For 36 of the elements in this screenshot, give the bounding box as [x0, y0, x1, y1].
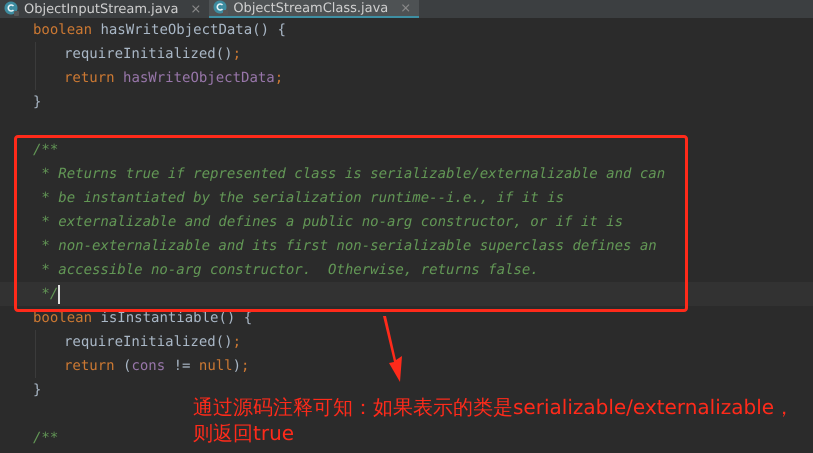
- code-text: }: [33, 381, 42, 400]
- code-keyword: return: [64, 69, 116, 88]
- class-file-icon: [213, 0, 230, 16]
- code-keyword: ;: [232, 45, 242, 64]
- code-keyword: null: [198, 357, 233, 376]
- tab-label: ObjectStreamClass.java: [233, 2, 388, 14]
- code-comment: * non-externalizable and its first non-serializable superclass defines an: [40, 237, 657, 256]
- code-keyword: ;: [232, 333, 242, 352]
- class-file-icon: [4, 1, 20, 17]
- code-comment: * be instantiated by the serialization runtime--i.e., if it is: [40, 189, 564, 208]
- close-icon[interactable]: ×: [190, 2, 202, 16]
- code-text: ): [232, 357, 242, 376]
- code-text: hasWriteObjectData() {: [100, 21, 286, 40]
- code-keyword: boolean: [33, 309, 94, 328]
- code-keyword: ;: [274, 69, 284, 88]
- annotation-note: 通过源码注释可知：如果表示的类是serializable/externalizable，则返回true: [193, 394, 796, 446]
- code-text: requireInitialized(): [64, 45, 233, 64]
- code-keyword: return: [64, 357, 116, 376]
- code-text: !=: [172, 357, 192, 376]
- code-text: requireInitialized(): [64, 333, 233, 352]
- code-field: cons: [131, 354, 166, 378]
- editor-tab[interactable]: ObjectStreamClass.java ×: [209, 0, 420, 18]
- code-comment: * externalizable and defines a public no-arg constructor, or if it is: [40, 213, 624, 232]
- arrow-icon: [383, 316, 405, 382]
- tab-label: ObjectInputStream.java: [24, 2, 178, 16]
- code-comment: * accessible no-arg constructor. Otherwise, returns false.: [40, 261, 539, 280]
- code-keyword: ;: [241, 357, 250, 376]
- code-comment: */: [40, 285, 58, 304]
- text-cursor: [58, 285, 60, 304]
- code-keyword: boolean: [33, 21, 94, 40]
- code-comment: /**: [33, 141, 58, 160]
- code-comment: * Returns true if represented class is serializable/externalizable and can: [40, 165, 666, 184]
- code-text: (: [123, 357, 132, 376]
- code-field: hasWriteObjectData: [123, 66, 275, 90]
- code-comment: /**: [33, 429, 58, 448]
- code-text: }: [33, 93, 42, 112]
